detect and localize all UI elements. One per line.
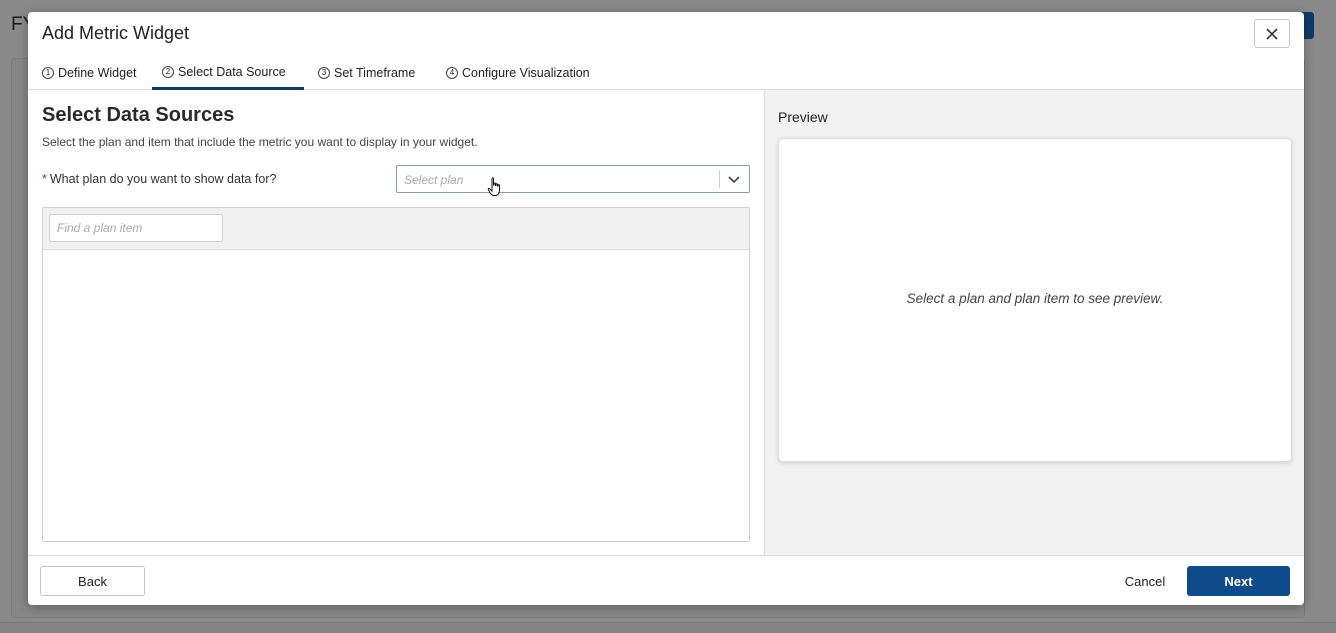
plan-items-header [43,208,749,250]
section-title: Select Data Sources [42,104,235,126]
section-description: Select the plan and item that include th… [42,135,478,149]
add-metric-widget-dialog: Add Metric Widget 1 Define Widget 2 Sele… [28,12,1304,605]
preview-pane: Preview Select a plan and plan item to s… [764,90,1304,555]
chevron-down-icon[interactable] [727,172,741,186]
tab-define-widget[interactable]: 1 Define Widget [32,56,147,90]
back-button[interactable]: Back [40,566,145,596]
background-bottom-bar [0,622,1336,633]
data-source-pane: Select Data Sources Select the plan and … [28,90,764,555]
tab-configure-visualization[interactable]: 4 Configure Visualization [436,56,600,90]
dialog-footer: Back Cancel Next [28,555,1304,605]
step-number-icon: 1 [42,67,54,79]
tab-label: Select Data Source [178,64,286,79]
tab-set-timeframe[interactable]: 3 Set Timeframe [308,56,425,90]
plan-question-text: What plan do you want to show data for? [49,172,277,186]
plan-question-label: * What plan do you want to show data for? [42,172,276,186]
tab-select-data-source[interactable]: 2 Select Data Source [152,56,304,90]
close-button[interactable] [1254,19,1290,48]
find-plan-item-input[interactable] [49,214,223,242]
close-icon [1266,27,1278,40]
step-number-icon: 4 [446,67,458,79]
step-number-icon: 3 [318,67,330,79]
next-button[interactable]: Next [1187,566,1290,596]
tab-label: Configure Visualization [462,66,590,80]
tab-label: Define Widget [58,66,137,80]
select-divider [719,170,720,188]
plan-items-box [42,207,750,542]
dialog-title: Add Metric Widget [42,23,190,43]
required-marker: * [42,172,47,186]
preview-card: Select a plan and plan item to see previ… [778,138,1292,462]
plan-select-placeholder: Select plan [404,173,464,187]
wizard-tabs: 1 Define Widget 2 Select Data Source 3 S… [28,56,1304,90]
plan-select[interactable]: Select plan [396,165,750,193]
preview-title: Preview [778,109,828,125]
cancel-button[interactable]: Cancel [1116,566,1174,596]
step-number-icon: 2 [162,65,174,78]
tab-label: Set Timeframe [334,66,416,80]
preview-empty-message: Select a plan and plan item to see previ… [906,290,1164,306]
